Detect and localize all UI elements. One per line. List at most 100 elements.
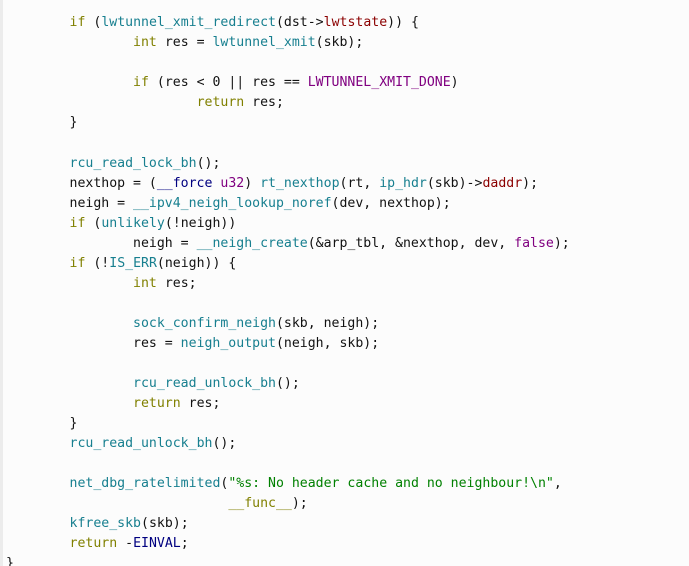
- code-token: }: [6, 115, 78, 131]
- code-token: sock_confirm_neigh: [133, 315, 276, 331]
- code-token: (!neigh)): [164, 215, 237, 231]
- code-token: unlikely: [101, 215, 165, 231]
- code-token: net_dbg_ratelimited: [69, 476, 221, 492]
- code-token: return: [69, 536, 118, 552]
- code-token: return: [133, 396, 181, 412]
- code-line: res = neigh_output(neigh, skb);: [6, 334, 689, 354]
- code-token: ();: [275, 376, 300, 392]
- code-token: res;: [244, 95, 284, 111]
- code-token: (skb);: [315, 35, 364, 51]
- code-token: (: [85, 215, 102, 231]
- code-token: __func__: [228, 496, 292, 512]
- code-line: net_dbg_ratelimited("%s: No header cache…: [6, 474, 689, 494]
- code-token: ): [450, 75, 459, 91]
- code-line: if (!IS_ERR(neigh)) {: [6, 254, 689, 274]
- code-token: -: [117, 536, 134, 552]
- code-token: (skb, neigh);: [275, 315, 380, 331]
- code-line: }: [6, 113, 689, 133]
- left-gutter-strip: [0, 0, 3, 566]
- code-viewer: if (lwtunnel_xmit_redirect(dst->lwtstate…: [0, 0, 689, 566]
- code-token: daddr: [482, 175, 523, 191]
- code-token: lwtunnel_xmit: [212, 35, 316, 51]
- code-token: (skb);: [141, 516, 189, 532]
- code-token: )) {: [387, 15, 419, 31]
- code-token: (rt,: [339, 175, 380, 191]
- code-token: ): [244, 175, 261, 191]
- code-token: );: [553, 235, 570, 251]
- code-token: rcu_read_unlock_bh: [69, 436, 213, 452]
- code-token: (: [85, 15, 102, 31]
- code-token: rcu_read_lock_bh: [69, 155, 197, 171]
- code-token: rcu_read_unlock_bh: [133, 376, 276, 392]
- code-token: (&arp_tbl, &nexthop, dev,: [307, 235, 515, 251]
- code-token: if: [69, 255, 86, 271]
- code-token: );: [291, 496, 308, 512]
- code-token: ip_hdr: [379, 175, 427, 191]
- code-token: (dev, nexthop);: [331, 195, 451, 211]
- code-token: ();: [196, 155, 221, 171]
- code-line: __func__);: [6, 494, 689, 514]
- code-line: rcu_read_unlock_bh();: [6, 374, 689, 394]
- code-token: neigh =: [6, 195, 134, 211]
- code-token: ;: [180, 536, 189, 552]
- code-token: res =: [6, 335, 181, 351]
- code-line: rcu_read_unlock_bh();: [6, 434, 689, 454]
- code-token: ,: [553, 476, 562, 492]
- code-token: kfree_skb: [69, 516, 141, 532]
- code-token: (neigh, skb);: [275, 335, 380, 351]
- code-token: if: [69, 15, 86, 31]
- code-line: neigh = __ipv4_neigh_lookup_noref(dev, n…: [6, 194, 689, 214]
- code-token: lwtstate: [323, 15, 388, 31]
- code-token: if: [133, 75, 149, 91]
- code-token: __force: [156, 175, 213, 191]
- code-token: EINVAL: [133, 536, 181, 552]
- code-token: IS_ERR: [109, 255, 157, 271]
- code-line: return -EINVAL;: [6, 534, 689, 554]
- code-token: neigh =: [6, 235, 197, 251]
- code-line: rcu_read_lock_bh();: [6, 154, 689, 174]
- code-token: int: [133, 35, 157, 51]
- code-token: __neigh_create: [196, 235, 308, 251]
- code-token: res =: [156, 35, 213, 51]
- code-line: sock_confirm_neigh(skb, neigh);: [6, 314, 689, 334]
- code-token: (res < 0 || res ==: [148, 75, 308, 91]
- code-token: ();: [212, 436, 237, 452]
- code-token: false: [514, 235, 554, 251]
- code-token: }: [6, 416, 78, 432]
- code-token: res;: [180, 396, 221, 412]
- code-token: (dst->: [275, 15, 324, 31]
- code-line: }: [6, 414, 689, 434]
- code-token: if: [69, 215, 86, 231]
- code-token: (skb)->: [426, 175, 483, 191]
- code-token: }: [6, 556, 14, 566]
- code-token: );: [522, 175, 539, 191]
- source-code-text[interactable]: if (lwtunnel_xmit_redirect(dst->lwtstate…: [6, 13, 689, 566]
- code-line: int res = lwtunnel_xmit(skb);: [6, 33, 689, 53]
- code-token: u32: [220, 175, 245, 191]
- code-token: "%s: No header cache and no neighbour!\n…: [228, 476, 554, 492]
- code-line: return res;: [6, 394, 689, 414]
- code-token: LWTUNNEL_XMIT_DONE: [307, 75, 451, 91]
- code-line: int res;: [6, 274, 689, 294]
- code-token: lwtunnel_xmit_redirect: [101, 15, 276, 31]
- code-token: int: [133, 275, 157, 291]
